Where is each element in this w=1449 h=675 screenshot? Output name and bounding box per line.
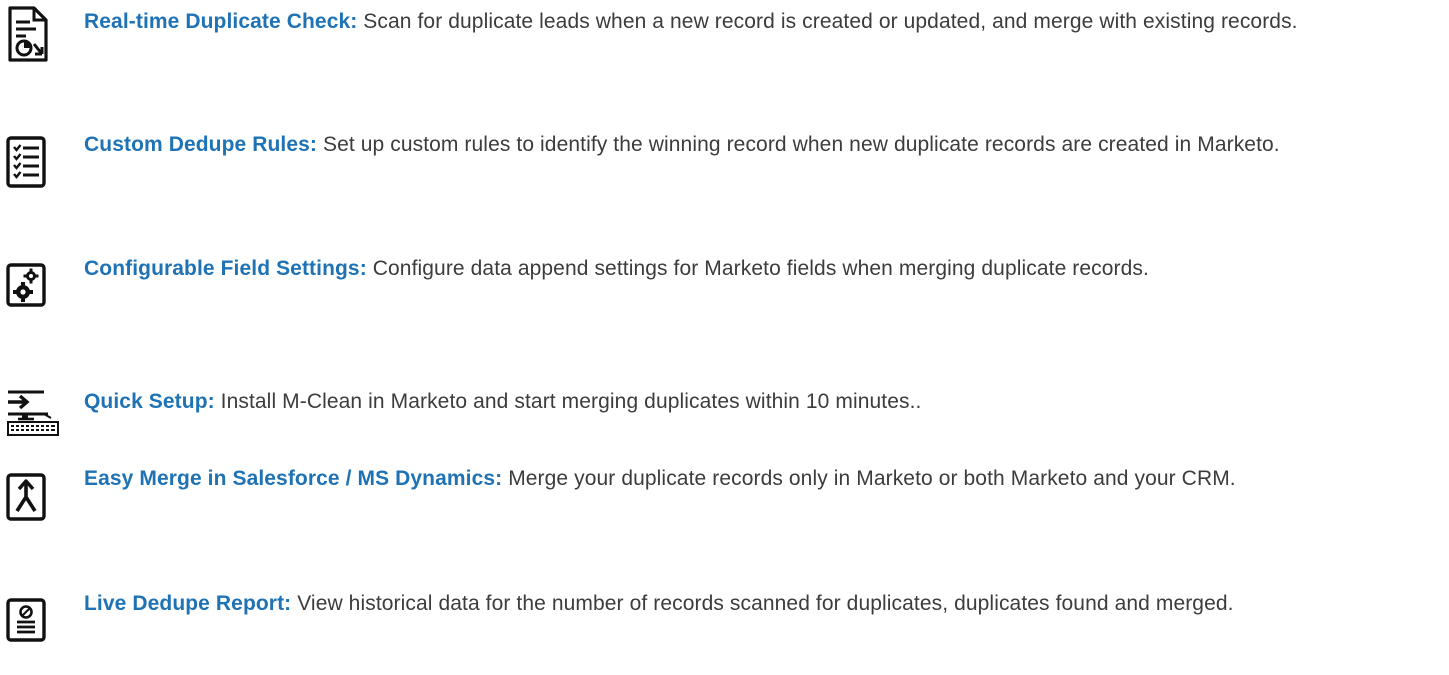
feature-description: Merge your duplicate records only in Mar… xyxy=(508,467,1236,490)
merge-arrow-icon xyxy=(4,471,60,527)
feature-title: Configurable Field Settings: xyxy=(84,257,367,280)
feature-text: Custom Dedupe Rules: Set up custom rules… xyxy=(84,125,1449,165)
feature-title: Real-time Duplicate Check: xyxy=(84,10,358,33)
feature-description: Configure data append settings for Marke… xyxy=(372,257,1149,280)
feature-title: Live Dedupe Report: xyxy=(84,592,292,615)
feature-text: Real-time Duplicate Check: Scan for dupl… xyxy=(84,2,1424,42)
feature-description: View historical data for the number of r… xyxy=(297,592,1234,615)
feature-description: Scan for duplicate leads when a new reco… xyxy=(363,10,1298,33)
feature-description: Install M-Clean in Marketo and start mer… xyxy=(220,390,922,413)
feature-text: Quick Setup: Install M-Clean in Marketo … xyxy=(84,382,1449,422)
feature-text: Configurable Field Settings: Configure d… xyxy=(84,249,1294,289)
computer-setup-icon xyxy=(4,388,60,444)
feature-text: Easy Merge in Salesforce / MS Dynamics: … xyxy=(84,459,1424,499)
feature-description: Set up custom rules to identify the winn… xyxy=(322,133,1280,156)
checklist-icon xyxy=(4,134,60,190)
gears-document-icon xyxy=(4,261,60,317)
report-document-icon xyxy=(4,596,60,652)
feature-text: Live Dedupe Report: View historical data… xyxy=(84,584,1384,624)
document-sync-icon xyxy=(4,4,60,62)
feature-title: Custom Dedupe Rules: xyxy=(84,133,318,156)
feature-title: Quick Setup: xyxy=(84,390,215,413)
feature-title: Easy Merge in Salesforce / MS Dynamics: xyxy=(84,467,503,490)
